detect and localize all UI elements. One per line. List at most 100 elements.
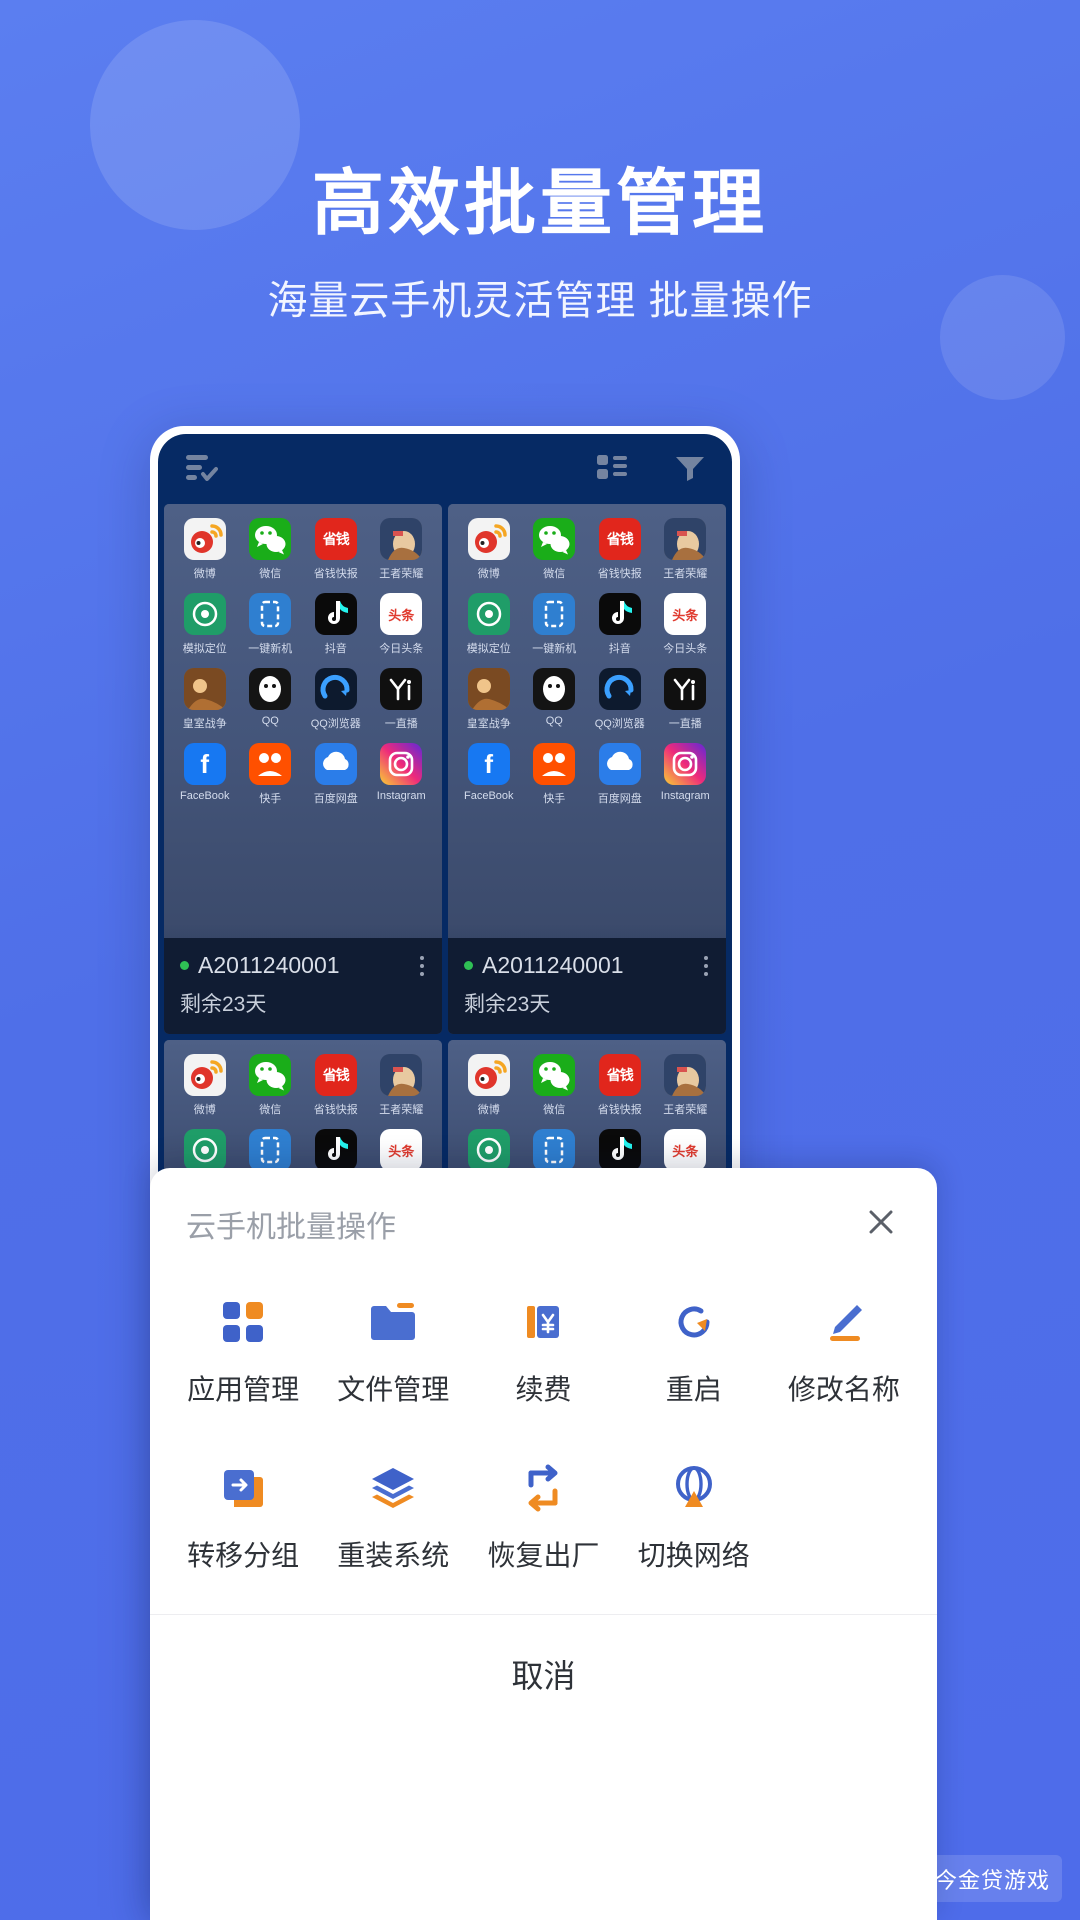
app-item[interactable]: 王者荣耀 [653,518,719,581]
action-rename[interactable]: 修改名称 [769,1294,919,1408]
app-item[interactable]: QQ浏览器 [303,668,369,731]
app-label: QQ浏览器 [594,718,645,730]
clashroyale-icon [183,668,226,710]
app-item[interactable]: 王者荣耀 [369,1054,435,1117]
app-item[interactable] [172,1129,238,1171]
app-item[interactable]: 模拟定位 [456,593,522,656]
app-item[interactable]: 皇室战争 [456,668,522,731]
app-item[interactable]: 微博 [456,518,522,581]
folder-icon [367,1294,419,1350]
honor-king-icon [380,518,423,560]
cube-logo-icon [901,1862,927,1895]
app-item[interactable] [522,1129,588,1171]
app-label: QQ浏览器 [310,718,361,730]
cancel-button[interactable]: 取消 [150,1615,937,1733]
action-label: 应用管理 [187,1374,300,1405]
app-item[interactable]: 抖音 [303,593,369,656]
factory-reset-icon [517,1460,569,1516]
app-item[interactable]: 微信 [238,1054,304,1117]
action-move-group[interactable]: 转移分组 [168,1460,318,1574]
device-more-icon[interactable] [420,956,424,976]
device-card[interactable]: 微博 微信 省钱 省钱快报 [164,504,442,1034]
app-item[interactable]: QQ [522,668,588,731]
facebook-icon: f [183,743,226,785]
app-label: 微博 [193,1104,216,1116]
close-icon[interactable] [859,1200,903,1249]
device-name-row: A2011240001 [180,952,426,979]
app-item[interactable]: 百度网盘 [303,743,369,806]
location-icon [183,1129,226,1171]
app-item[interactable]: f FaceBook [456,743,522,806]
device-card[interactable]: 微博 微信 省钱 省钱快报 [448,504,726,1034]
device-more-icon[interactable] [704,956,708,976]
app-row: 头条 [172,1129,434,1171]
baidupan-icon [314,743,357,785]
grid-layout-icon[interactable] [596,453,628,486]
weibo-icon [467,1054,510,1096]
app-item[interactable]: 头条 [653,1129,719,1171]
action-grid-empty-slot [769,1460,919,1574]
app-item[interactable]: 省钱 省钱快报 [303,1054,369,1117]
action-renew[interactable]: 续费 [468,1294,618,1408]
app-item[interactable]: 一直播 [653,668,719,731]
watermark-text: 今金贷游戏 [934,1867,1050,1893]
weibo-icon [183,518,226,560]
app-item[interactable]: Instagram [653,743,719,806]
app-item[interactable]: 百度网盘 [587,743,653,806]
action-restart[interactable]: 重启 [619,1294,769,1408]
app-item[interactable]: 皇室战争 [172,668,238,731]
app-item[interactable]: 省钱 省钱快报 [587,518,653,581]
app-item[interactable]: QQ [238,668,304,731]
device-footer: A2011240001 剩余23天 [164,938,442,1034]
action-factory-reset[interactable]: 恢复出厂 [468,1460,618,1574]
app-item[interactable]: 王者荣耀 [653,1054,719,1117]
app-item[interactable]: 头条 今日头条 [653,593,719,656]
network-switch-icon [669,1460,719,1516]
action-reinstall-system[interactable]: 重装系统 [318,1460,468,1574]
app-item[interactable]: 省钱 省钱快报 [587,1054,653,1117]
app-label: 王者荣耀 [379,1104,424,1116]
app-item[interactable]: 微博 [172,518,238,581]
app-row: 皇室战争 QQ QQ浏览器 一直播 [456,668,718,731]
device-status: 剩余23天 [180,993,267,1016]
app-item[interactable]: 抖音 [587,593,653,656]
app-item[interactable]: f FaceBook [172,743,238,806]
action-file-management[interactable]: 文件管理 [318,1294,468,1408]
app-row: 模拟定位 一键新机 抖音 头条 今日头条 [172,593,434,656]
app-item[interactable]: 快手 [238,743,304,806]
app-item[interactable]: 王者荣耀 [369,518,435,581]
apps-grid-icon [218,1294,268,1350]
app-item[interactable]: QQ浏览器 [587,668,653,731]
app-item[interactable] [456,1129,522,1171]
app-label: 微博 [193,568,216,580]
device-status: 剩余23天 [464,993,551,1016]
qq-icon [533,668,576,710]
app-item[interactable]: 微博 [172,1054,238,1117]
app-item[interactable]: 一键新机 [522,593,588,656]
app-item[interactable]: 微信 [522,1054,588,1117]
app-item[interactable]: 头条 [369,1129,435,1171]
app-item[interactable]: 一直播 [369,668,435,731]
app-item[interactable]: 微信 [522,518,588,581]
app-label: 抖音 [608,643,631,655]
app-item[interactable] [238,1129,304,1171]
newphone-icon [533,593,576,635]
app-item[interactable] [303,1129,369,1171]
app-item[interactable]: 模拟定位 [172,593,238,656]
app-item[interactable]: 一键新机 [238,593,304,656]
app-label: 王者荣耀 [663,568,708,580]
app-label: 省钱快报 [597,1104,642,1116]
funnel-filter-icon[interactable] [674,453,706,486]
list-check-icon[interactable] [184,452,218,487]
app-item[interactable]: 快手 [522,743,588,806]
action-app-management[interactable]: 应用管理 [168,1294,318,1408]
app-label: 快手 [543,793,566,805]
app-item[interactable]: Instagram [369,743,435,806]
app-item[interactable]: 微信 [238,518,304,581]
app-item[interactable]: 头条 今日头条 [369,593,435,656]
batch-action-sheet: 云手机批量操作 应用管理 文件管理 续费 重启 修改名称 转移分组 重装系统 恢… [150,1168,937,1920]
app-item[interactable]: 微博 [456,1054,522,1117]
app-item[interactable]: 省钱 省钱快报 [303,518,369,581]
app-item[interactable] [587,1129,653,1171]
action-switch-network[interactable]: 切换网络 [619,1460,769,1574]
